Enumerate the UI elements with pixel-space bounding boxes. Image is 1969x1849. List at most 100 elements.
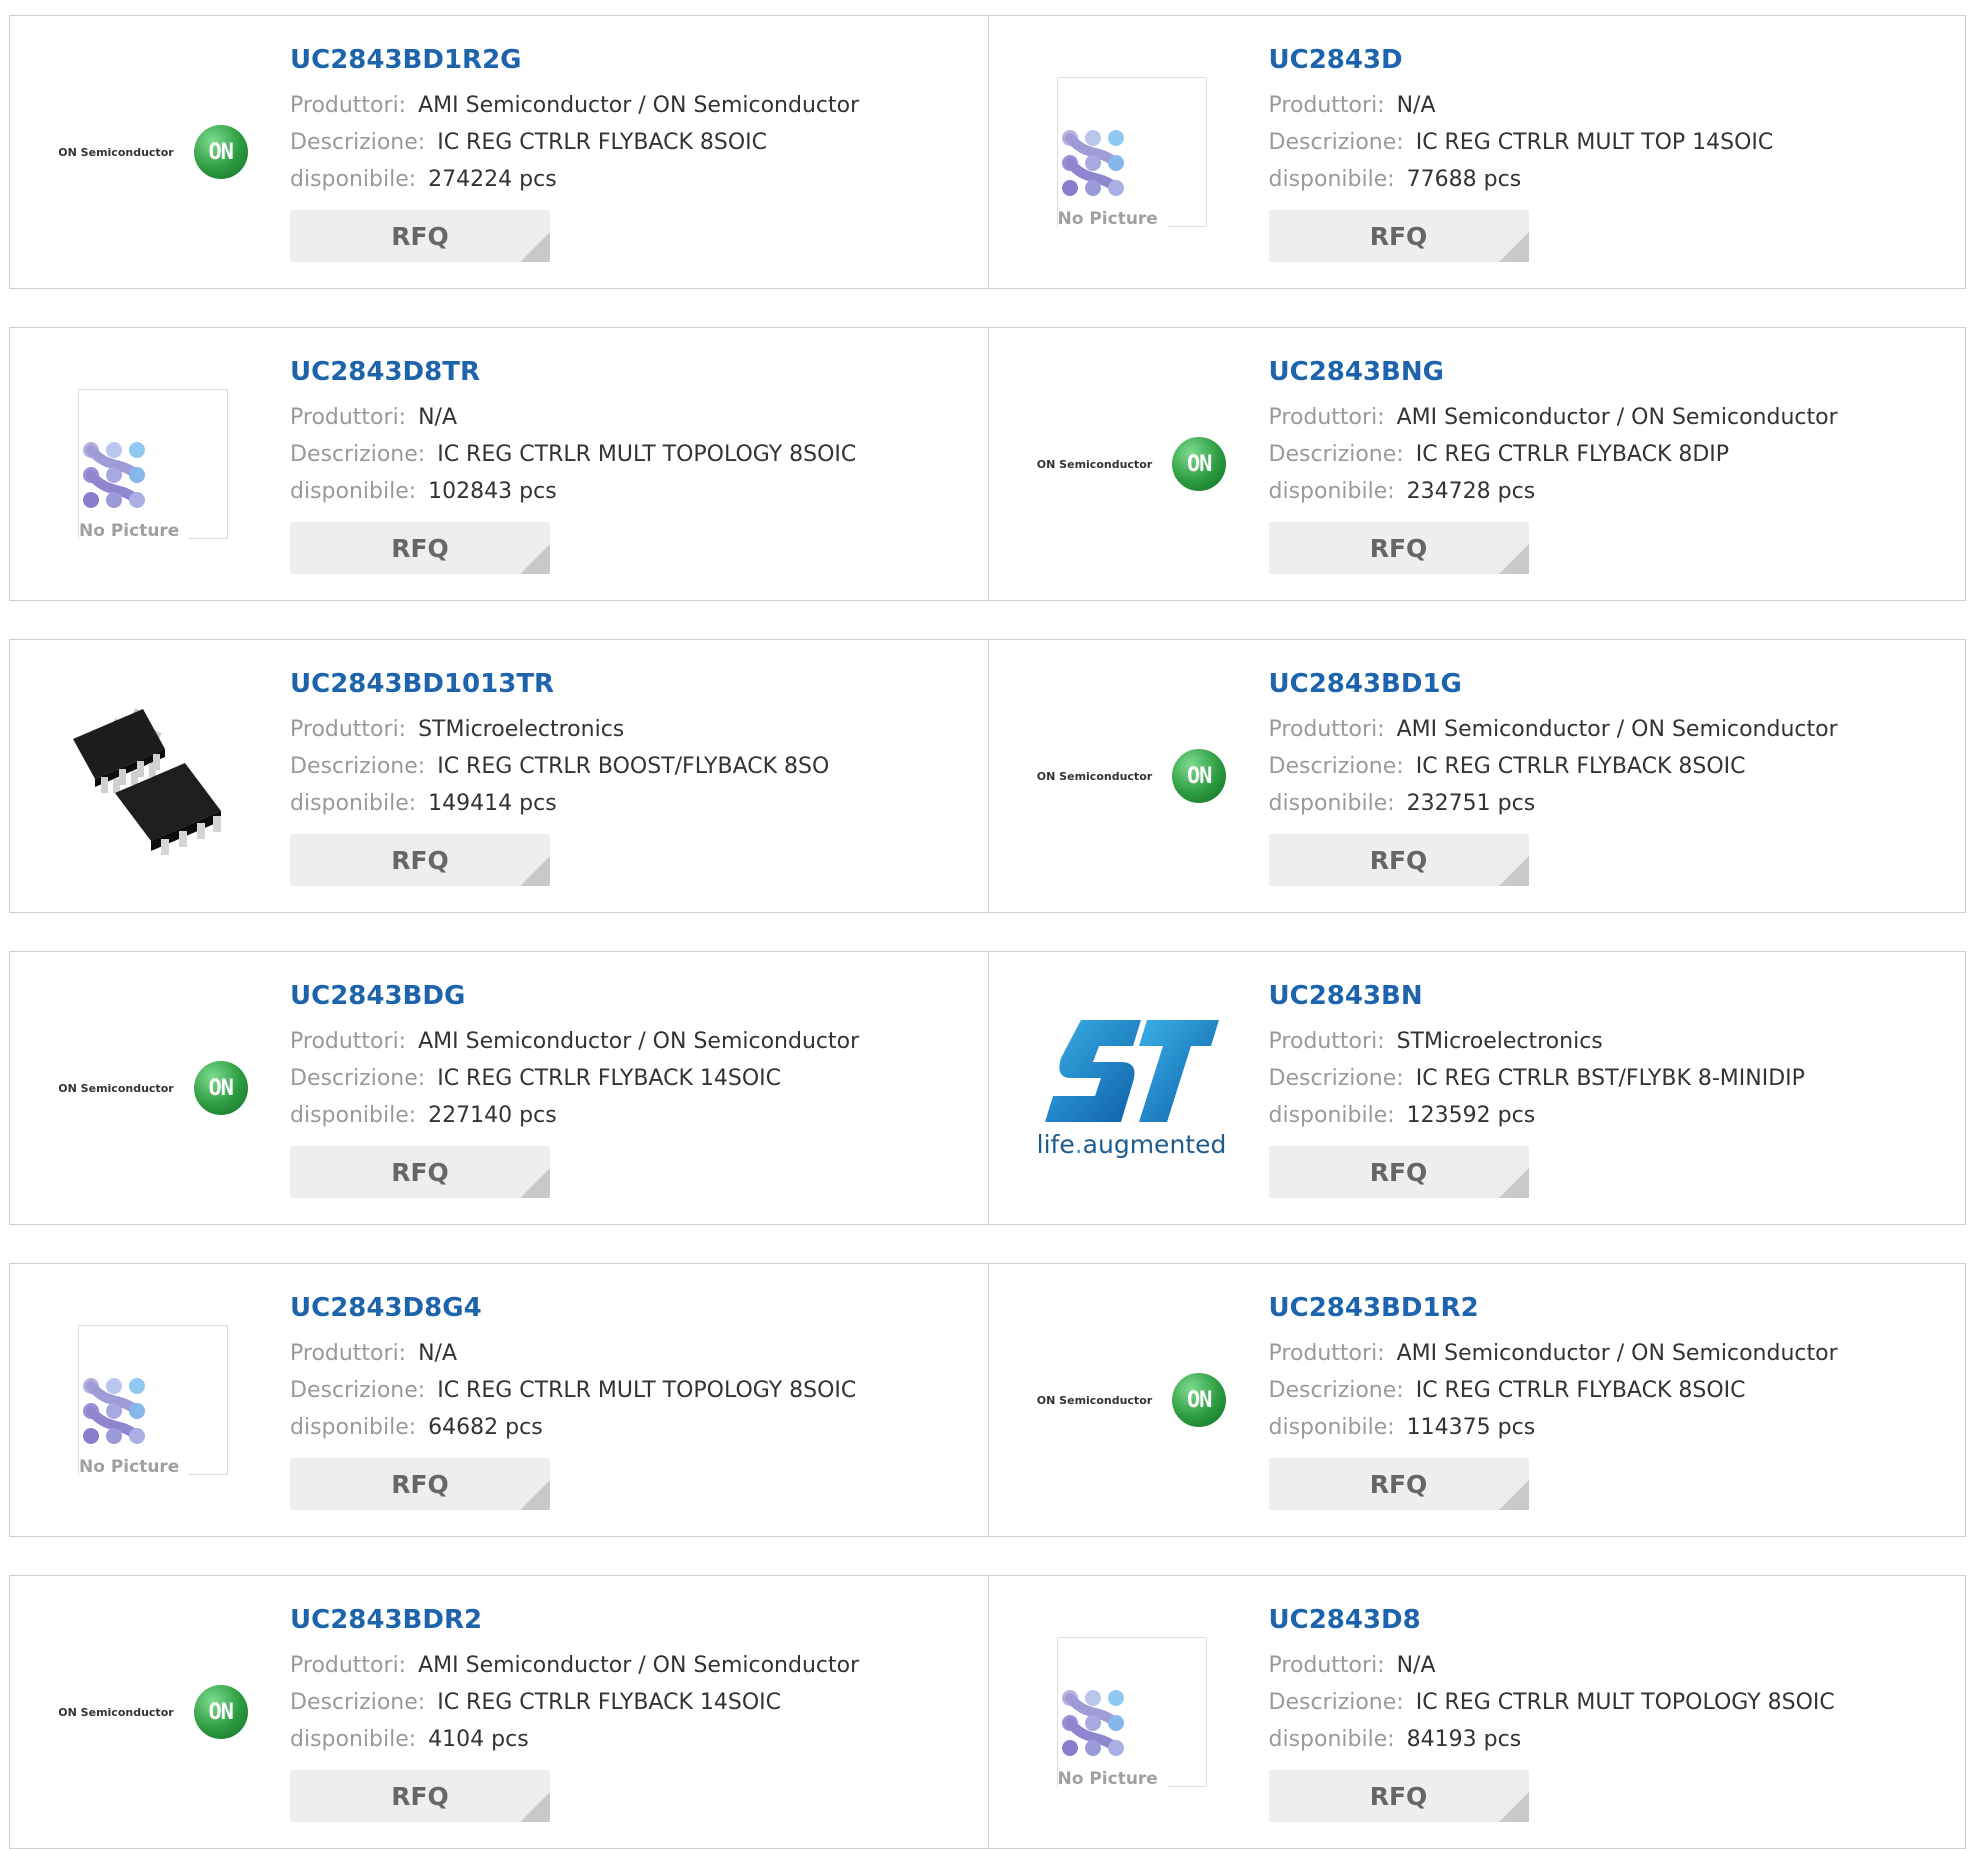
description-row: Descrizione: IC REG CTRLR FLYBACK 8DIP	[1269, 436, 1956, 473]
rfq-button[interactable]: RFQ	[290, 522, 550, 574]
availability-row: disponibile: 84193 pcs	[1269, 1721, 1956, 1758]
manufacturer-value: N/A	[1396, 1653, 1436, 1678]
manufacturer-value: N/A	[418, 405, 458, 430]
corner-decoration	[1498, 856, 1529, 886]
availability-label: disponibile:	[290, 1727, 417, 1752]
manufacturer-value: AMI Semiconductor / ON Semiconductor	[418, 1653, 860, 1678]
on-semiconductor-logo-text: ON Semiconductor	[58, 145, 174, 159]
manufacturer-value: STMicroelectronics	[1396, 1029, 1603, 1054]
rfq-button[interactable]: RFQ	[1268, 1146, 1529, 1198]
no-picture-label: No Picture	[1057, 1769, 1158, 1789]
on-semiconductor-logo: ON Semiconductor ON	[58, 125, 248, 179]
rfq-label: RFQ	[391, 1781, 449, 1811]
part-number-link[interactable]: UC2843BN	[1269, 978, 1956, 1014]
no-picture-icon	[83, 1378, 145, 1444]
rfq-label: RFQ	[1369, 1157, 1428, 1187]
part-number-link[interactable]: UC2843D	[1269, 42, 1956, 78]
product-image: No Picture	[1027, 1617, 1237, 1807]
on-semiconductor-logo-text: ON Semiconductor	[1036, 457, 1153, 471]
rfq-button[interactable]: RFQ	[290, 210, 550, 262]
product-row: ON Semiconductor ON UC2843BDG Produttori…	[9, 951, 1966, 1225]
availability-value: 114375 pcs	[1406, 1415, 1536, 1440]
product-card: UC2843BD1013TR Produttori: STMicroelectro…	[10, 640, 988, 912]
description-row: Descrizione: IC REG CTRLR FLYBACK 14SOIC	[290, 1060, 978, 1097]
description-label: Descrizione:	[290, 1066, 426, 1091]
rfq-button[interactable]: RFQ	[1268, 522, 1529, 574]
manufacturer-label: Produttori:	[1268, 1029, 1385, 1054]
part-number-link[interactable]: UC2843BD1013TR	[290, 666, 978, 702]
availability-row: disponibile: 123592 pcs	[1269, 1097, 1956, 1134]
on-semiconductor-logo: ON Semiconductor ON	[58, 1061, 248, 1115]
availability-label: disponibile:	[1268, 1103, 1395, 1128]
corner-decoration	[1498, 1792, 1529, 1822]
availability-value: 149414 pcs	[428, 791, 557, 816]
description-label: Descrizione:	[1268, 754, 1404, 779]
availability-label: disponibile:	[1268, 167, 1395, 192]
part-number-link[interactable]: UC2843BNG	[1269, 354, 1956, 390]
description-label: Descrizione:	[290, 1378, 426, 1403]
part-number-link[interactable]: UC2843D8G4	[290, 1290, 978, 1326]
availability-value: 274224 pcs	[428, 167, 557, 192]
description-row: Descrizione: IC REG CTRLR BST/FLYBK 8-MIN…	[1269, 1060, 1956, 1097]
product-image: ON Semiconductor ON	[1027, 369, 1237, 559]
on-logo-icon: ON	[1172, 437, 1227, 491]
on-logo-icon: ON	[193, 1685, 248, 1739]
rfq-button[interactable]: RFQ	[290, 1770, 550, 1822]
availability-value: 227140 pcs	[428, 1103, 557, 1128]
manufacturer-value: N/A	[418, 1341, 458, 1366]
availability-row: disponibile: 232751 pcs	[1269, 785, 1956, 822]
availability-label: disponibile:	[1268, 479, 1395, 504]
product-image: No Picture	[1027, 57, 1237, 247]
description-label: Descrizione:	[1268, 130, 1404, 155]
manufacturer-label: Produttori:	[1268, 405, 1385, 430]
manufacturer-label: Produttori:	[1268, 717, 1385, 742]
rfq-button[interactable]: RFQ	[290, 1146, 550, 1198]
availability-row: disponibile: 234728 pcs	[1269, 473, 1956, 510]
rfq-button[interactable]: RFQ	[290, 1458, 550, 1510]
description-value: IC REG CTRLR FLYBACK 8SOIC	[1415, 1378, 1746, 1403]
corner-decoration	[520, 232, 550, 262]
availability-value: 123592 pcs	[1406, 1103, 1536, 1128]
no-picture-icon	[1061, 130, 1124, 196]
product-card: life.augmented UC2843BN Produttori: STMic…	[987, 952, 1966, 1224]
availability-label: disponibile:	[1268, 1727, 1395, 1752]
manufacturer-row: Produttori: AMI Semiconductor / ON Semico…	[290, 1647, 978, 1684]
part-number-link[interactable]: UC2843BDR2	[290, 1602, 978, 1638]
corner-decoration	[520, 544, 550, 574]
availability-row: disponibile: 77688 pcs	[1269, 161, 1956, 198]
on-semiconductor-logo-text: ON Semiconductor	[58, 1081, 174, 1095]
on-logo-icon: ON	[1172, 749, 1227, 803]
rfq-button[interactable]: RFQ	[1268, 1770, 1529, 1822]
rfq-button[interactable]: RFQ	[1268, 834, 1529, 886]
product-card: No Picture UC2843D Produttori: N/A Descri…	[987, 16, 1966, 288]
rfq-label: RFQ	[391, 845, 449, 875]
product-row: UC2843BD1013TR Produttori: STMicroelectro…	[9, 639, 1966, 913]
availability-row: disponibile: 274224 pcs	[290, 161, 978, 198]
product-image: ON Semiconductor ON	[48, 1617, 258, 1807]
part-number-link[interactable]: UC2843BD1R2	[1269, 1290, 1956, 1326]
part-number-link[interactable]: UC2843BDG	[290, 978, 978, 1014]
rfq-button[interactable]: RFQ	[290, 834, 550, 886]
manufacturer-label: Produttori:	[290, 1341, 407, 1366]
part-number-link[interactable]: UC2843D8	[1269, 1602, 1956, 1638]
description-value: IC REG CTRLR FLYBACK 8DIP	[1415, 442, 1730, 467]
part-number-link[interactable]: UC2843D8TR	[290, 354, 978, 390]
description-value: IC REG CTRLR BST/FLYBK 8-MINIDIP	[1415, 1066, 1805, 1091]
chip-photo	[73, 708, 221, 855]
product-card: ON Semiconductor ON UC2843BD1R2 Produtto…	[987, 1264, 1966, 1536]
product-row: ON Semiconductor ON UC2843BD1R2G Produtt…	[9, 15, 1966, 289]
availability-label: disponibile:	[290, 479, 417, 504]
description-label: Descrizione:	[1268, 1066, 1404, 1091]
manufacturer-row: Produttori: N/A	[290, 1335, 978, 1372]
on-semiconductor-logo-text: ON Semiconductor	[1036, 1393, 1153, 1407]
rfq-button[interactable]: RFQ	[1268, 1458, 1529, 1510]
availability-value: 64682 pcs	[428, 1415, 543, 1440]
availability-label: disponibile:	[290, 1103, 417, 1128]
manufacturer-label: Produttori:	[290, 405, 407, 430]
part-number-link[interactable]: UC2843BD1G	[1269, 666, 1956, 702]
manufacturer-row: Produttori: AMI Semiconductor / ON Semico…	[1269, 711, 1956, 748]
manufacturer-label: Produttori:	[290, 717, 407, 742]
part-number-link[interactable]: UC2843BD1R2G	[290, 42, 978, 78]
rfq-button[interactable]: RFQ	[1268, 210, 1529, 262]
on-logo-icon: ON	[193, 1061, 248, 1115]
